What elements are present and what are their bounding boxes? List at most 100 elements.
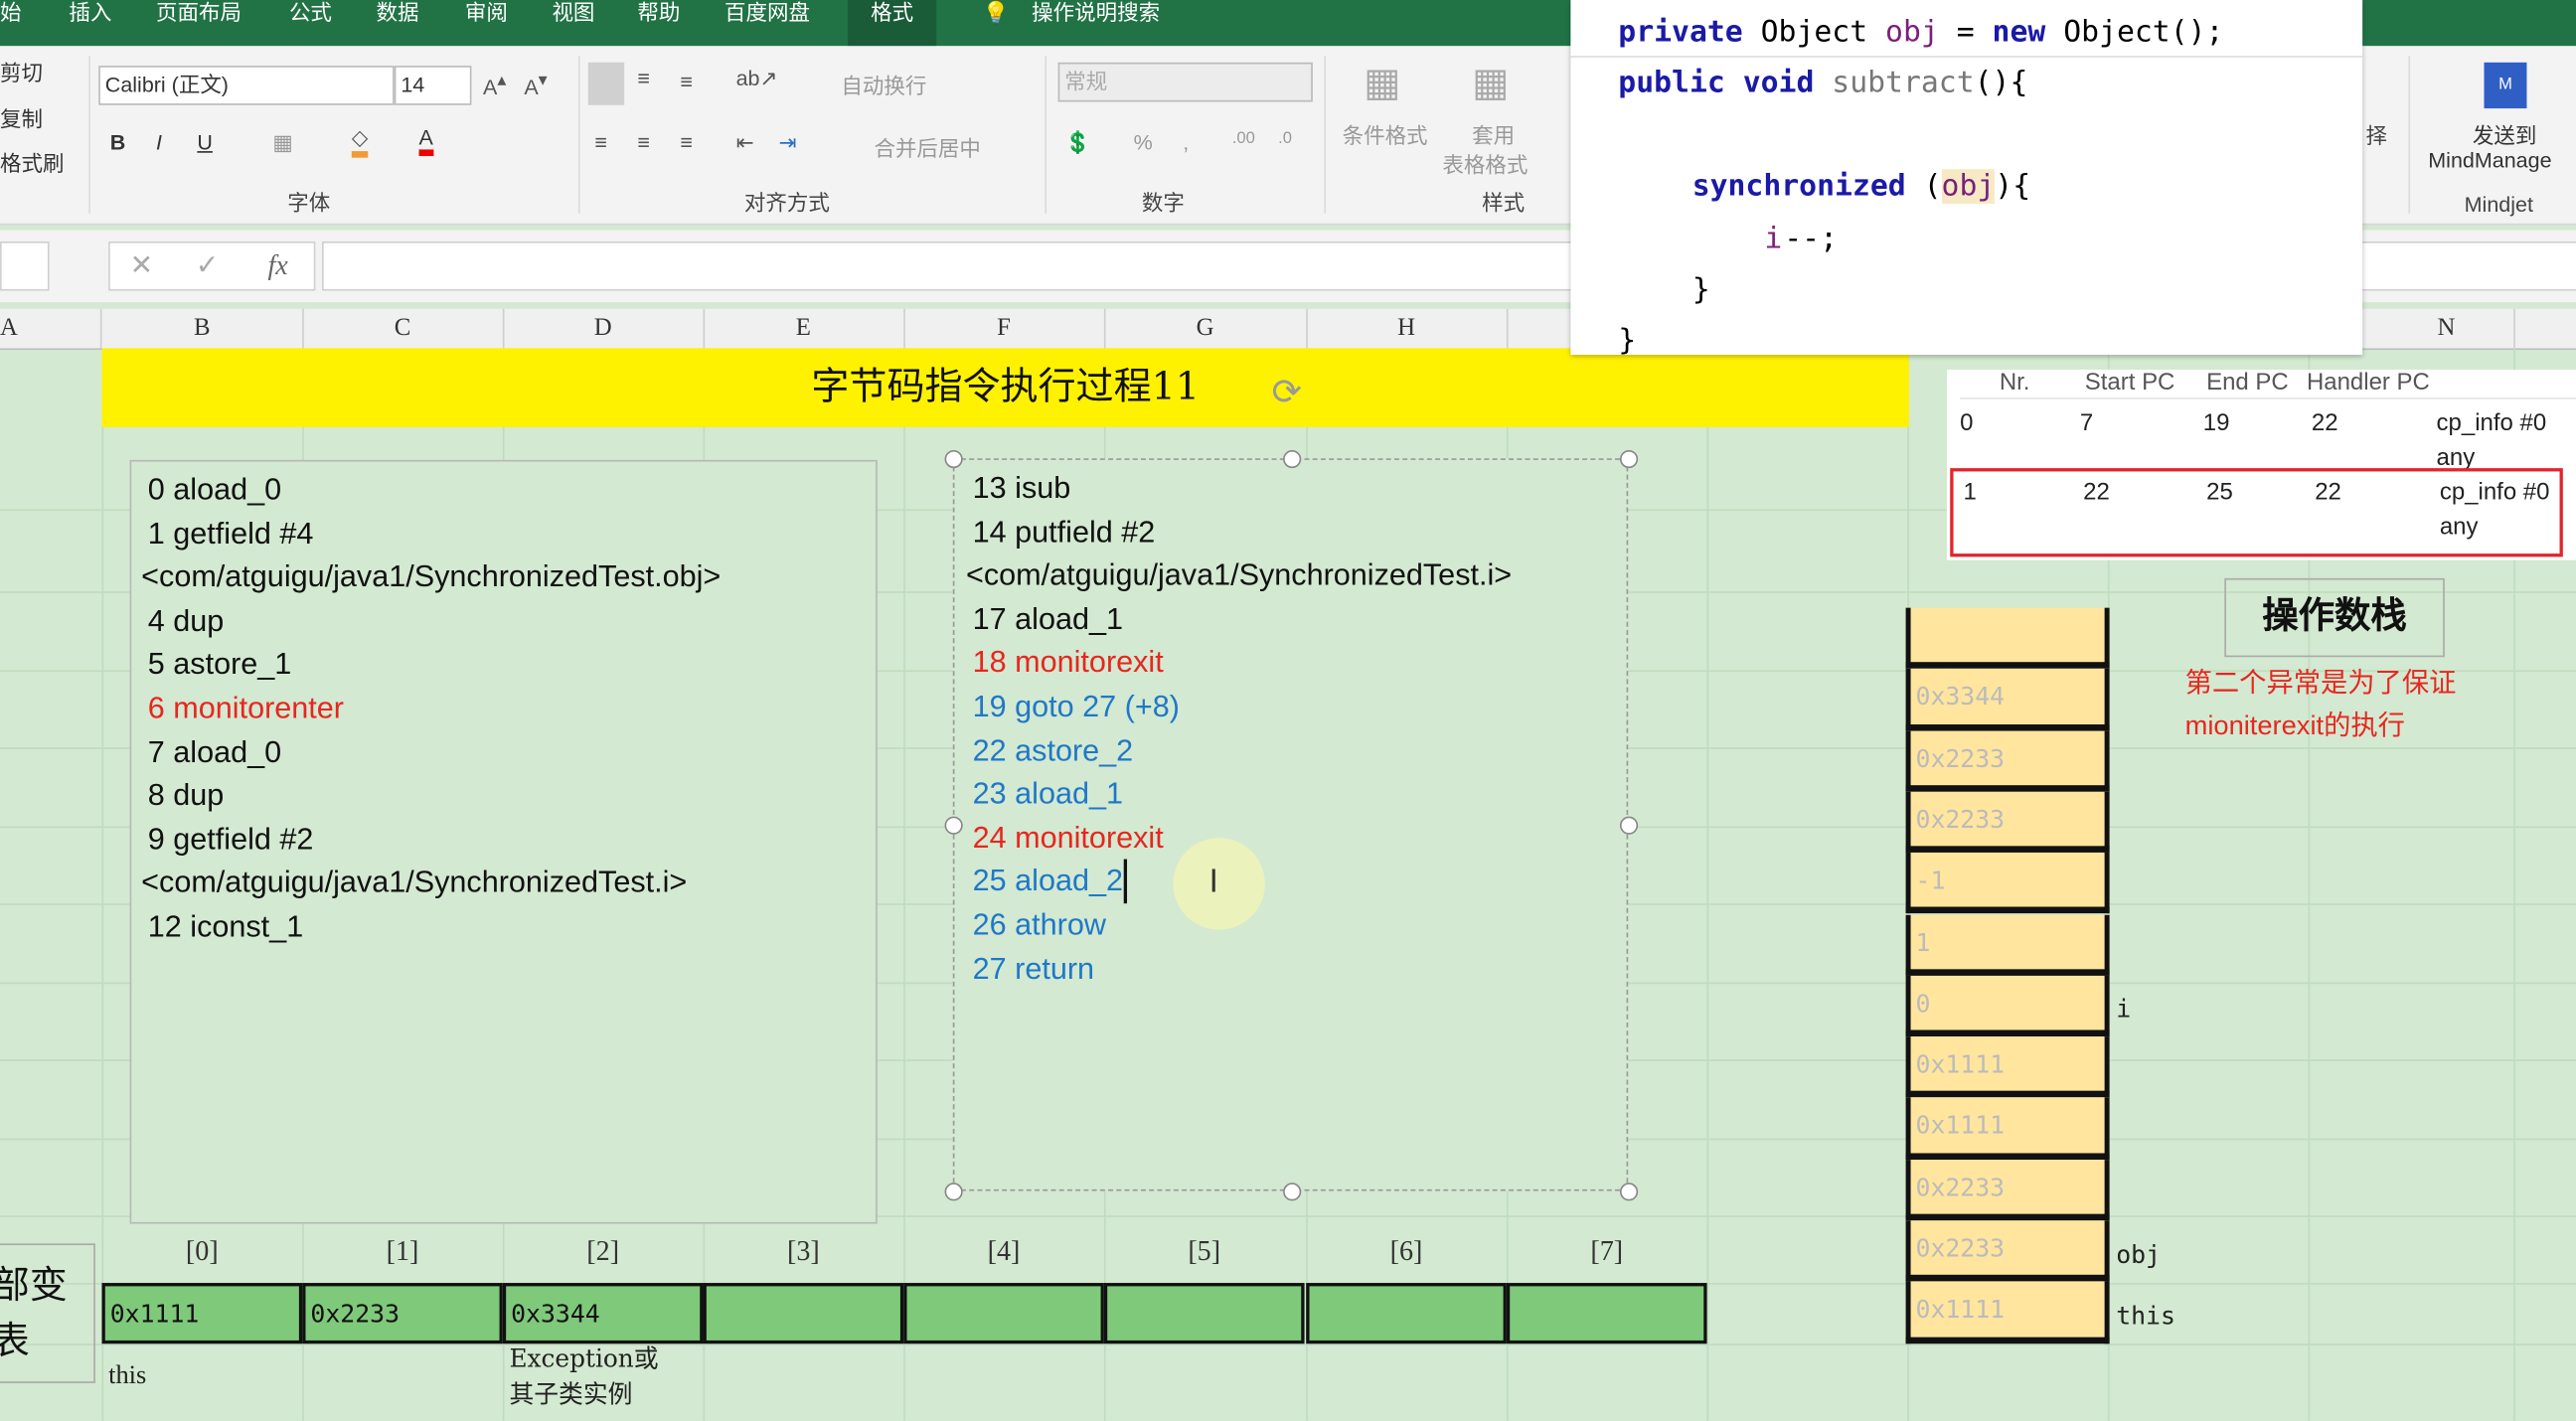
italic-button[interactable]: I	[156, 130, 162, 155]
select-button[interactable]: 择	[2365, 118, 2387, 149]
underline-button[interactable]: U	[197, 130, 213, 155]
increase-indent-icon[interactable]: ⇥	[779, 130, 797, 156]
table-cell: 22	[2315, 479, 2341, 507]
local-var-slot	[1103, 1283, 1305, 1344]
orientation-icon[interactable]: ab↗	[736, 66, 778, 91]
instruction-line: 1 getfield #4	[147, 515, 314, 551]
table-cell: cp_info #0	[2436, 410, 2547, 437]
right-instructions-textbox[interactable]: 13 isub 14 putfield #2 <com/atguigu/java1/…	[952, 458, 1629, 1191]
tab-data[interactable]: 数据	[377, 0, 419, 46]
conditional-format-button[interactable]: 条件格式	[1343, 118, 1428, 149]
bold-button[interactable]: B	[110, 130, 126, 155]
resize-handle[interactable]	[944, 449, 963, 469]
percent-icon[interactable]: %	[1134, 130, 1153, 155]
tell-me-search[interactable]: 操作说明搜索	[1032, 0, 1160, 46]
format-painter-button[interactable]: 格式刷	[0, 146, 64, 177]
local-var-index: [1]	[386, 1235, 419, 1267]
resize-handle[interactable]	[1619, 1183, 1639, 1201]
align-middle-button[interactable]: ≡	[637, 66, 650, 90]
decrease-font-icon[interactable]: A▾	[524, 69, 547, 99]
currency-icon[interactable]: 💲	[1064, 130, 1091, 156]
group-alignment-label: 对齐方式	[743, 190, 830, 216]
border-icon[interactable]: ▦	[272, 130, 292, 156]
code-text: (	[1905, 169, 1942, 204]
align-top-button[interactable]	[587, 62, 625, 105]
stack-label-i: i	[2116, 994, 2132, 1024]
mindmanager-icon: M	[2484, 62, 2527, 109]
wrap-text-button[interactable]: 自动换行	[841, 69, 926, 99]
tab-baidu-netdisk[interactable]: 百度网盘	[724, 0, 810, 46]
tab-view[interactable]: 视图	[552, 0, 594, 46]
instruction-line: 22 astore_2	[972, 731, 1134, 767]
code-keyword: private	[1618, 14, 1743, 50]
tab-review[interactable]: 审阅	[465, 0, 508, 46]
resize-handle[interactable]	[1619, 816, 1639, 835]
group-mindjet-label: Mindjet	[2464, 192, 2533, 218]
local-vars-title-line: 表	[0, 1314, 93, 1369]
align-bottom-button[interactable]: ≡	[680, 69, 693, 93]
send-to-mindmanager-button[interactable]: 发送到	[2473, 118, 2536, 149]
insert-function-icon[interactable]: fx	[267, 243, 287, 289]
table-header: Handler PC	[2306, 369, 2430, 396]
local-var-slot	[903, 1283, 1104, 1344]
comma-icon[interactable]: ,	[1183, 130, 1189, 155]
local-var-slot: 0x3344	[502, 1283, 704, 1344]
column-header-h[interactable]: H	[1306, 308, 1509, 349]
font-name-select[interactable]: Calibri (正文)	[98, 66, 395, 105]
resize-handle[interactable]	[1619, 449, 1639, 469]
name-box[interactable]	[0, 241, 50, 291]
stack-slot: 0	[1905, 975, 2110, 1037]
fill-color-icon[interactable]: ◇	[351, 125, 369, 158]
column-header-g[interactable]: G	[1104, 308, 1308, 349]
column-header-d[interactable]: D	[503, 308, 706, 349]
resize-handle[interactable]	[944, 816, 963, 835]
increase-decimal-icon[interactable]: .00	[1232, 130, 1255, 148]
number-format-select[interactable]: 常规	[1057, 62, 1313, 102]
stack-note-line: mioniterexit的执行	[2184, 710, 2405, 741]
font-size-select[interactable]: 14	[394, 66, 472, 105]
align-left-button[interactable]: ≡	[594, 130, 607, 155]
format-as-table-button[interactable]: 套用	[1472, 118, 1515, 149]
cancel-icon[interactable]: ✕	[130, 243, 154, 289]
column-header-f[interactable]: F	[903, 308, 1106, 349]
note-line: Exception或	[509, 1343, 659, 1373]
column-header-c[interactable]: C	[302, 308, 505, 349]
table-cell: 25	[2206, 479, 2233, 507]
instruction-line: <com/atguigu/java1/SynchronizedTest.i>	[141, 865, 688, 899]
resize-handle[interactable]	[1283, 1183, 1302, 1201]
decrease-decimal-icon[interactable]: .0	[1278, 130, 1292, 148]
merge-center-button[interactable]: 合并后居中	[874, 131, 980, 162]
tab-help[interactable]: 帮助	[637, 0, 680, 46]
tab-home[interactable]: 始	[0, 0, 22, 46]
copy-button[interactable]: 复制	[0, 101, 43, 132]
column-header-a[interactable]: A	[0, 308, 102, 349]
rotate-handle-icon[interactable]: ⟳	[1271, 372, 1301, 414]
code-field: obj	[1941, 169, 1996, 204]
left-instructions-textbox[interactable]: 0 aload_0 1 getfield #4 <com/atguigu/java1…	[129, 459, 878, 1224]
stack-slot: 0x1111	[1905, 1097, 2110, 1160]
exception-table: Nr. Start PC End PC Handler PC 0 7 19 22…	[1946, 369, 2576, 560]
stack-slot: 0x1111	[1905, 1036, 2110, 1098]
stack-slot: 0x1111	[1905, 1281, 2110, 1343]
page-title: 字节码指令执行过程11	[101, 348, 1909, 427]
enter-icon[interactable]: ✓	[196, 243, 220, 289]
tab-formulas[interactable]: 公式	[289, 0, 332, 46]
column-header-e[interactable]: E	[704, 308, 905, 349]
tab-format[interactable]: 格式	[847, 0, 937, 47]
tab-page-layout[interactable]: 页面布局	[156, 0, 242, 46]
cut-button[interactable]: 剪切	[0, 56, 43, 86]
tab-insert[interactable]: 插入	[69, 0, 111, 46]
align-center-button[interactable]: ≡	[637, 130, 650, 155]
increase-font-icon[interactable]: A▴	[483, 69, 506, 99]
stack-slot: 0x2233	[1905, 1159, 2110, 1221]
resize-handle[interactable]	[944, 1183, 963, 1201]
instruction-line: 8 dup	[147, 777, 225, 812]
resize-handle[interactable]	[1283, 449, 1302, 469]
local-var-index: [5]	[1188, 1235, 1221, 1267]
align-right-button[interactable]: ≡	[680, 130, 693, 155]
instruction-line: 25 aload_2	[973, 860, 1127, 904]
column-header-n[interactable]: N	[2379, 308, 2515, 349]
column-header-b[interactable]: B	[101, 308, 304, 349]
font-color-icon[interactable]: A	[418, 125, 433, 157]
decrease-indent-icon[interactable]: ⇤	[736, 130, 754, 156]
